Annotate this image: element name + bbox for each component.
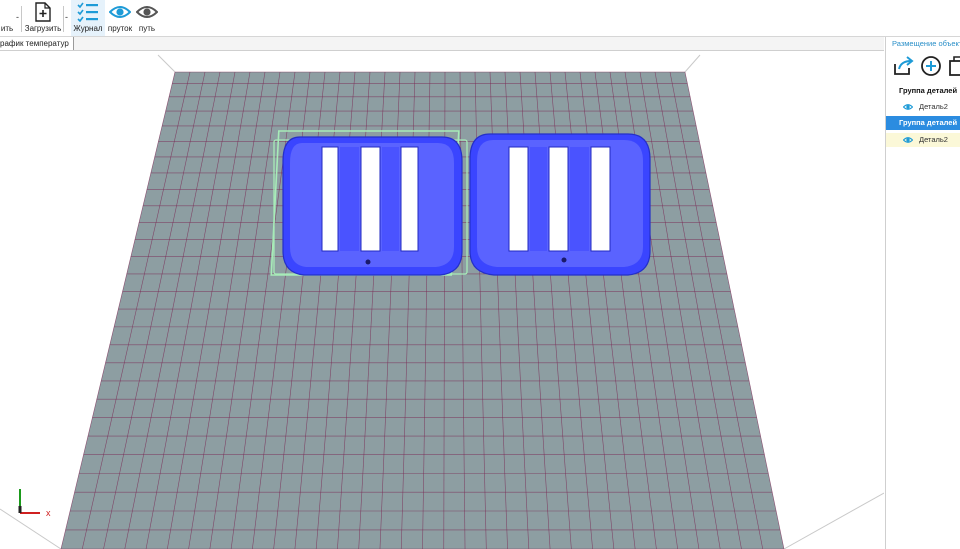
eye-icon bbox=[109, 0, 131, 24]
export-icon[interactable] bbox=[892, 55, 914, 77]
load-file-icon bbox=[34, 0, 52, 24]
dropdown-dash[interactable]: - bbox=[65, 12, 68, 22]
part-group-row-selected[interactable]: Группа деталей bbox=[886, 116, 960, 130]
panel-title: Размещение объекта bbox=[892, 39, 960, 48]
journal-button[interactable]: Журнал bbox=[71, 0, 105, 36]
visibility-eye-icon[interactable] bbox=[903, 103, 913, 111]
tab-temperature-graph[interactable]: рафик температур bbox=[0, 37, 74, 50]
main-toolbar: ить - Загрузить - Журнал пруток путь bbox=[0, 0, 960, 37]
3d-viewport[interactable]: x bbox=[0, 51, 884, 549]
part-label: Деталь2 bbox=[919, 102, 948, 111]
copy-icon[interactable] bbox=[948, 55, 960, 77]
part-label: Деталь2 bbox=[919, 135, 948, 144]
axis-x-label: x bbox=[46, 508, 51, 518]
axis-gizmo: x bbox=[18, 489, 51, 518]
checklist-icon bbox=[77, 0, 99, 24]
load-button[interactable]: Загрузить bbox=[24, 0, 62, 36]
add-circle-icon[interactable] bbox=[920, 55, 942, 77]
part-group-row[interactable]: Группа деталей bbox=[886, 84, 960, 98]
toolbar-separator bbox=[21, 6, 22, 32]
part-row[interactable]: Деталь2 bbox=[886, 100, 960, 114]
path-view-button[interactable]: путь bbox=[134, 0, 160, 36]
dropdown-dash[interactable]: - bbox=[16, 12, 19, 22]
save-button-partial[interactable]: ить bbox=[0, 0, 14, 36]
eye-icon bbox=[136, 0, 158, 24]
object-placement-panel: Размещение объекта Группа деталей Деталь… bbox=[885, 37, 960, 549]
visibility-eye-icon[interactable] bbox=[903, 136, 913, 144]
part-1[interactable] bbox=[270, 130, 468, 276]
filament-view-button[interactable]: пруток bbox=[106, 0, 134, 36]
part-row[interactable]: Деталь2 bbox=[886, 133, 960, 147]
toolbar-separator bbox=[63, 6, 64, 32]
part-2[interactable] bbox=[469, 133, 651, 276]
tab-strip: рафик температур bbox=[0, 37, 884, 51]
